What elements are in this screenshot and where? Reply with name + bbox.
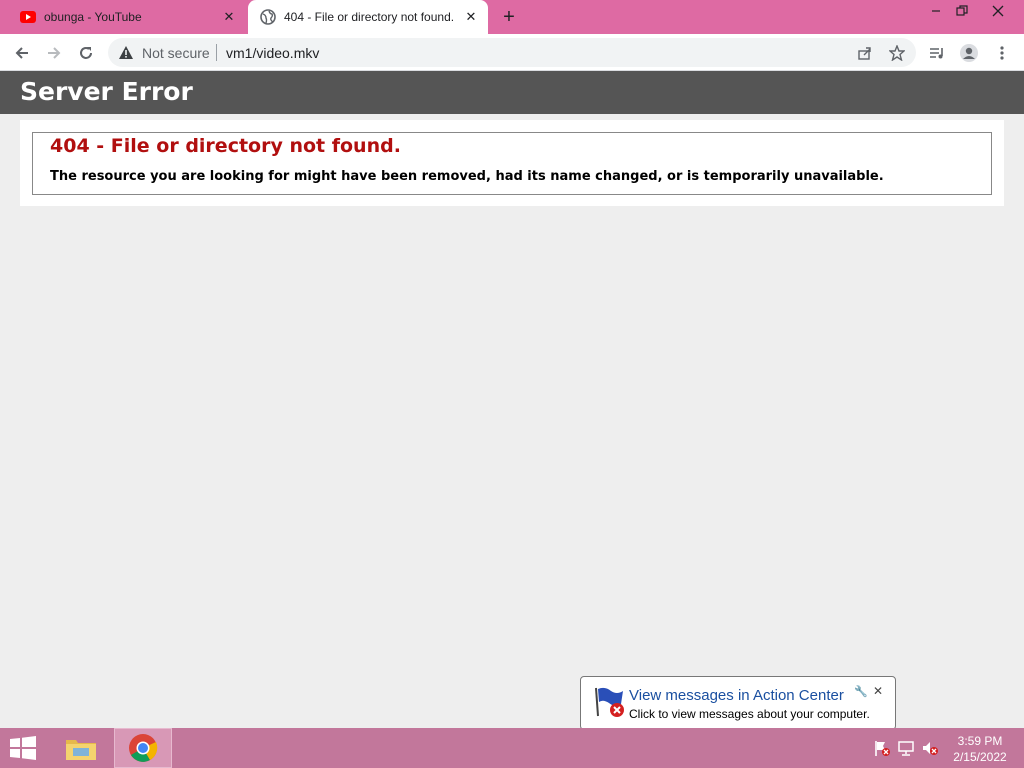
tab-close-icon[interactable]: ✕ bbox=[220, 8, 238, 26]
notification-text[interactable]: Click to view messages about your comput… bbox=[629, 707, 870, 721]
globe-icon bbox=[260, 9, 276, 25]
tab-youtube[interactable]: obunga - YouTube ✕ bbox=[8, 0, 246, 34]
tab-title: obunga - YouTube bbox=[44, 10, 142, 24]
network-icon[interactable] bbox=[897, 739, 915, 757]
notification-title[interactable]: View messages in Action Center bbox=[629, 687, 844, 704]
tab-title: 404 - File or directory not found. bbox=[284, 10, 455, 24]
omnibox-separator bbox=[216, 44, 217, 61]
notification-close-icon[interactable]: ✕ bbox=[873, 684, 883, 698]
back-arrow-icon[interactable] bbox=[8, 39, 36, 67]
content-area: 404 - File or directory not found. The r… bbox=[20, 120, 1004, 206]
restore-icon[interactable] bbox=[948, 0, 976, 22]
windows-start-icon[interactable] bbox=[8, 736, 38, 760]
error-title: 404 - File or directory not found. bbox=[50, 135, 401, 157]
tab-404[interactable]: 404 - File or directory not found. ✕ bbox=[248, 0, 488, 34]
reload-icon[interactable] bbox=[72, 39, 100, 67]
tab-close-icon[interactable]: ✕ bbox=[462, 8, 480, 26]
youtube-icon bbox=[20, 11, 36, 23]
clock-time: 3:59 PM bbox=[957, 734, 1003, 748]
minimize-icon[interactable] bbox=[922, 0, 950, 22]
taskbar: 3:59 PM 2/15/2022 bbox=[0, 728, 1024, 768]
volume-muted-icon[interactable] bbox=[921, 739, 939, 757]
url-text[interactable]: vm1/video.mkv bbox=[226, 45, 319, 61]
profile-avatar-icon[interactable] bbox=[955, 39, 983, 67]
tab-strip: obunga - YouTube ✕ 404 - File or directo… bbox=[0, 0, 1024, 34]
security-label[interactable]: Not secure bbox=[142, 45, 210, 61]
bookmark-star-icon[interactable] bbox=[888, 44, 906, 62]
action-center-flag-icon bbox=[595, 687, 624, 717]
browser-toolbar: Not secure vm1/video.mkv bbox=[0, 34, 1024, 71]
page-header: Server Error bbox=[0, 71, 1024, 114]
action-center-tray-icon[interactable] bbox=[873, 739, 891, 757]
address-bar[interactable]: Not secure vm1/video.mkv bbox=[108, 38, 916, 67]
share-icon[interactable] bbox=[856, 44, 874, 62]
kebab-menu-icon[interactable] bbox=[988, 39, 1016, 67]
clock-date: 2/15/2022 bbox=[953, 750, 1007, 764]
warning-icon[interactable] bbox=[118, 45, 134, 60]
error-box: 404 - File or directory not found. The r… bbox=[32, 132, 992, 195]
media-control-icon[interactable] bbox=[923, 39, 951, 67]
page-title: Server Error bbox=[20, 77, 193, 106]
close-window-icon[interactable] bbox=[984, 0, 1012, 22]
new-tab-button[interactable]: + bbox=[498, 6, 520, 28]
chrome-taskbar-icon[interactable] bbox=[114, 728, 172, 768]
forward-arrow-icon[interactable] bbox=[40, 39, 68, 67]
system-clock[interactable]: 3:59 PM 2/15/2022 bbox=[944, 733, 1016, 765]
file-explorer-icon[interactable] bbox=[52, 728, 110, 768]
wrench-icon[interactable]: 🔧 bbox=[854, 685, 868, 698]
error-message: The resource you are looking for might h… bbox=[50, 169, 884, 184]
action-center-notification[interactable]: View messages in Action Center Click to … bbox=[580, 676, 896, 730]
